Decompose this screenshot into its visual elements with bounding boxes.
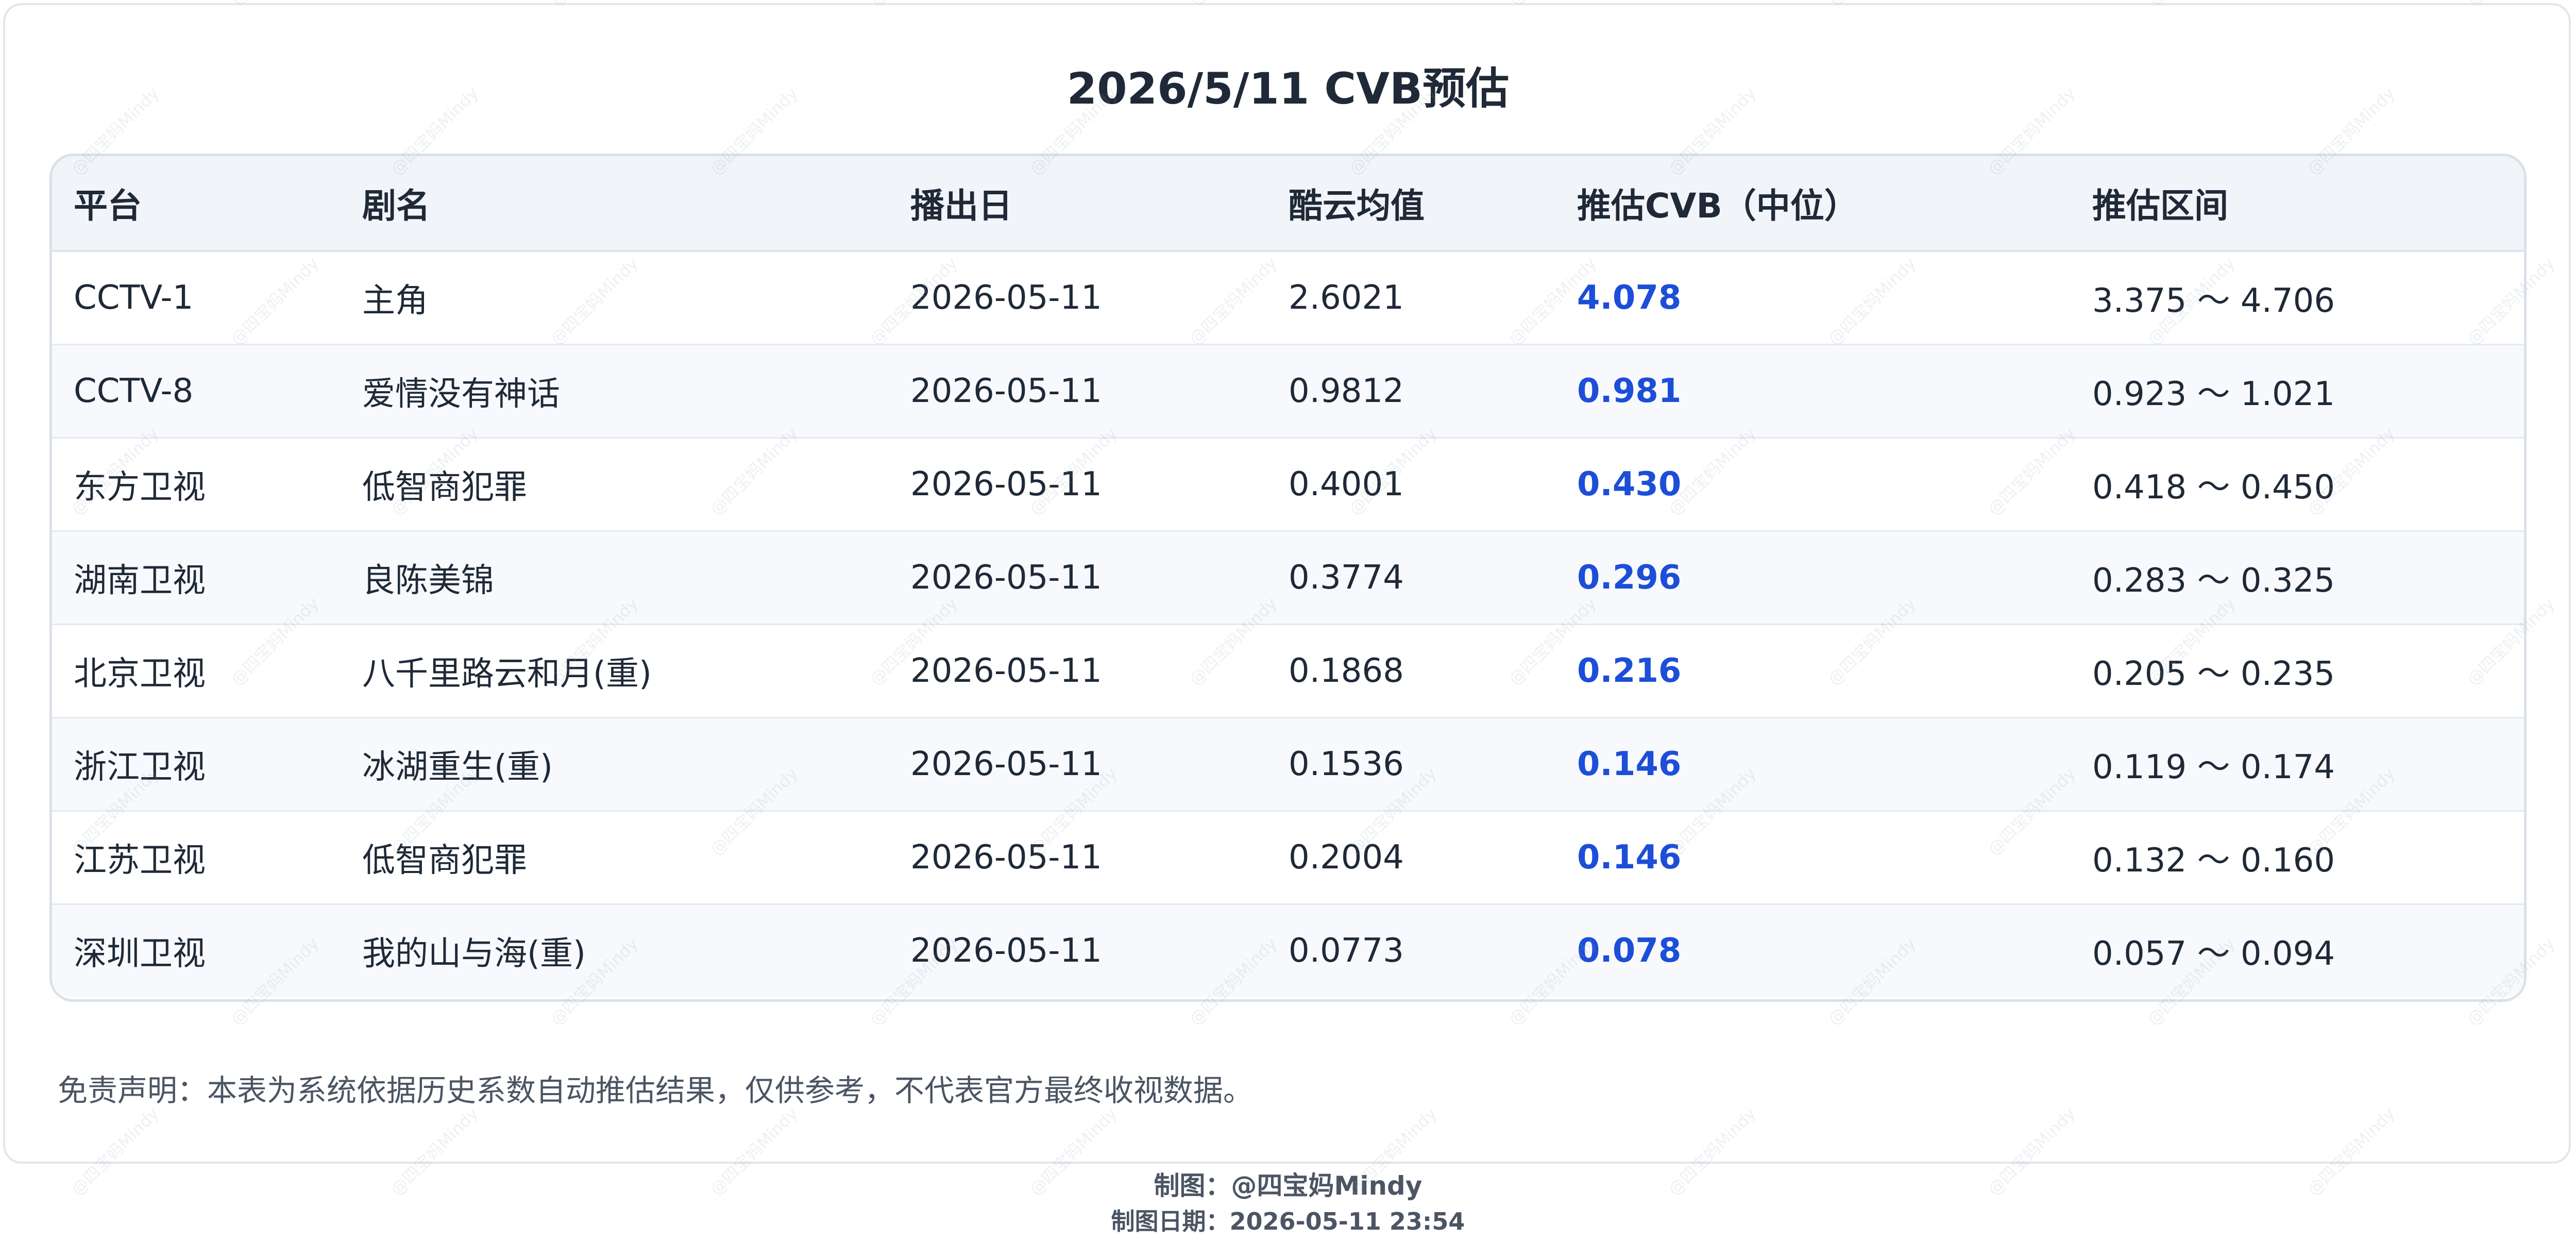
cell-cvb-range: 0.418 ～ 0.450 xyxy=(2071,438,2524,532)
cell-air-date: 2026-05-11 xyxy=(889,811,1267,905)
cell-platform: 深圳卫视 xyxy=(52,904,341,997)
author-credit: 制图：@四宝妈Mindy xyxy=(1154,1171,1422,1201)
cell-kuyun-avg: 2.6021 xyxy=(1267,251,1555,345)
cell-cvb-median: 0.146 xyxy=(1555,717,2071,812)
cvb-table: 平台 剧名 播出日 酷云均值 推估CVB（中位） 推估区间 CCTV-1 主角 … xyxy=(52,156,2524,997)
cell-cvb-range: 0.119 ～ 0.174 xyxy=(2071,717,2524,812)
cell-air-date: 2026-05-11 xyxy=(889,251,1267,345)
cell-platform: CCTV-8 xyxy=(52,344,341,439)
cell-air-date: 2026-05-11 xyxy=(889,344,1267,439)
table-row: 湖南卫视 良陈美锦 2026-05-11 0.3774 0.296 0.283 … xyxy=(52,531,2524,625)
table-row: 浙江卫视 冰湖重生(重) 2026-05-11 0.1536 0.146 0.1… xyxy=(52,717,2524,812)
table-row: 江苏卫视 低智商犯罪 2026-05-11 0.2004 0.146 0.132… xyxy=(52,811,2524,905)
cell-drama-name: 八千里路云和月(重) xyxy=(341,624,889,718)
header-cvb-range: 推估区间 xyxy=(2071,156,2524,252)
cell-air-date: 2026-05-11 xyxy=(889,717,1267,812)
cell-air-date: 2026-05-11 xyxy=(889,531,1267,625)
cell-platform: 浙江卫视 xyxy=(52,717,341,812)
cell-cvb-range: 0.205 ～ 0.235 xyxy=(2071,624,2524,718)
cell-drama-name: 我的山与海(重) xyxy=(341,904,889,997)
table-row: 北京卫视 八千里路云和月(重) 2026-05-11 0.1868 0.216 … xyxy=(52,624,2524,718)
cell-kuyun-avg: 0.0773 xyxy=(1267,904,1555,997)
cell-drama-name: 主角 xyxy=(341,251,889,345)
cell-kuyun-avg: 0.1868 xyxy=(1267,624,1555,718)
cell-cvb-median: 0.430 xyxy=(1555,438,2071,532)
cell-cvb-range: 0.923 ～ 1.021 xyxy=(2071,344,2524,439)
cell-cvb-median: 0.078 xyxy=(1555,904,2071,997)
cell-kuyun-avg: 0.3774 xyxy=(1267,531,1555,625)
cell-air-date: 2026-05-11 xyxy=(889,438,1267,532)
cell-kuyun-avg: 0.1536 xyxy=(1267,717,1555,812)
cell-platform: 北京卫视 xyxy=(52,624,341,718)
cell-platform: 东方卫视 xyxy=(52,438,341,532)
cell-cvb-range: 0.283 ～ 0.325 xyxy=(2071,531,2524,625)
cell-drama-name: 爱情没有神话 xyxy=(341,344,889,439)
cell-cvb-median: 0.296 xyxy=(1555,531,2071,625)
page: 2026/5/11 CVB预估 平台 剧名 播出日 酷云均值 推估CVB（中位）… xyxy=(0,0,2576,1242)
cell-drama-name: 冰湖重生(重) xyxy=(341,717,889,812)
header-air-date: 播出日 xyxy=(889,156,1267,252)
cell-kuyun-avg: 0.4001 xyxy=(1267,438,1555,532)
page-title: 2026/5/11 CVB预估 xyxy=(1066,63,1510,114)
table-row: CCTV-1 主角 2026-05-11 2.6021 4.078 3.375 … xyxy=(52,251,2524,345)
cell-air-date: 2026-05-11 xyxy=(889,904,1267,997)
cell-drama-name: 良陈美锦 xyxy=(341,531,889,625)
table-row: CCTV-8 爱情没有神话 2026-05-11 0.9812 0.981 0.… xyxy=(52,344,2524,439)
header-drama-name: 剧名 xyxy=(341,156,889,252)
cell-platform: CCTV-1 xyxy=(52,251,341,345)
cell-platform: 湖南卫视 xyxy=(52,531,341,625)
cell-kuyun-avg: 0.9812 xyxy=(1267,344,1555,439)
cell-cvb-median: 4.078 xyxy=(1555,251,2071,345)
table-row: 深圳卫视 我的山与海(重) 2026-05-11 0.0773 0.078 0.… xyxy=(52,904,2524,997)
cell-cvb-range: 0.057 ～ 0.094 xyxy=(2071,904,2524,997)
cell-platform: 江苏卫视 xyxy=(52,811,341,905)
header-kuyun-avg: 酷云均值 xyxy=(1267,156,1555,252)
cell-cvb-median: 0.146 xyxy=(1555,811,2071,905)
table-header-row: 平台 剧名 播出日 酷云均值 推估CVB（中位） 推估区间 xyxy=(52,156,2524,252)
cell-cvb-range: 0.132 ～ 0.160 xyxy=(2071,811,2524,905)
watermark-text: @四宝妈Mindy xyxy=(0,0,4,9)
table-row: 东方卫视 低智商犯罪 2026-05-11 0.4001 0.430 0.418… xyxy=(52,438,2524,532)
header-platform: 平台 xyxy=(52,156,341,252)
cell-drama-name: 低智商犯罪 xyxy=(341,811,889,905)
disclaimer-text: 免责声明：本表为系统依据历史系数自动推估结果，仅供参考，不代表官方最终收视数据。 xyxy=(58,1073,1253,1108)
cvb-table-container: 平台 剧名 播出日 酷云均值 推估CVB（中位） 推估区间 CCTV-1 主角 … xyxy=(49,154,2527,1002)
cell-cvb-range: 3.375 ～ 4.706 xyxy=(2071,251,2524,345)
cell-air-date: 2026-05-11 xyxy=(889,624,1267,718)
credit-date: 制图日期：2026-05-11 23:54 xyxy=(1111,1207,1465,1235)
cell-cvb-median: 0.216 xyxy=(1555,624,2071,718)
cell-cvb-median: 0.981 xyxy=(1555,344,2071,439)
cell-drama-name: 低智商犯罪 xyxy=(341,438,889,532)
cell-kuyun-avg: 0.2004 xyxy=(1267,811,1555,905)
header-cvb-median: 推估CVB（中位） xyxy=(1555,156,2071,252)
